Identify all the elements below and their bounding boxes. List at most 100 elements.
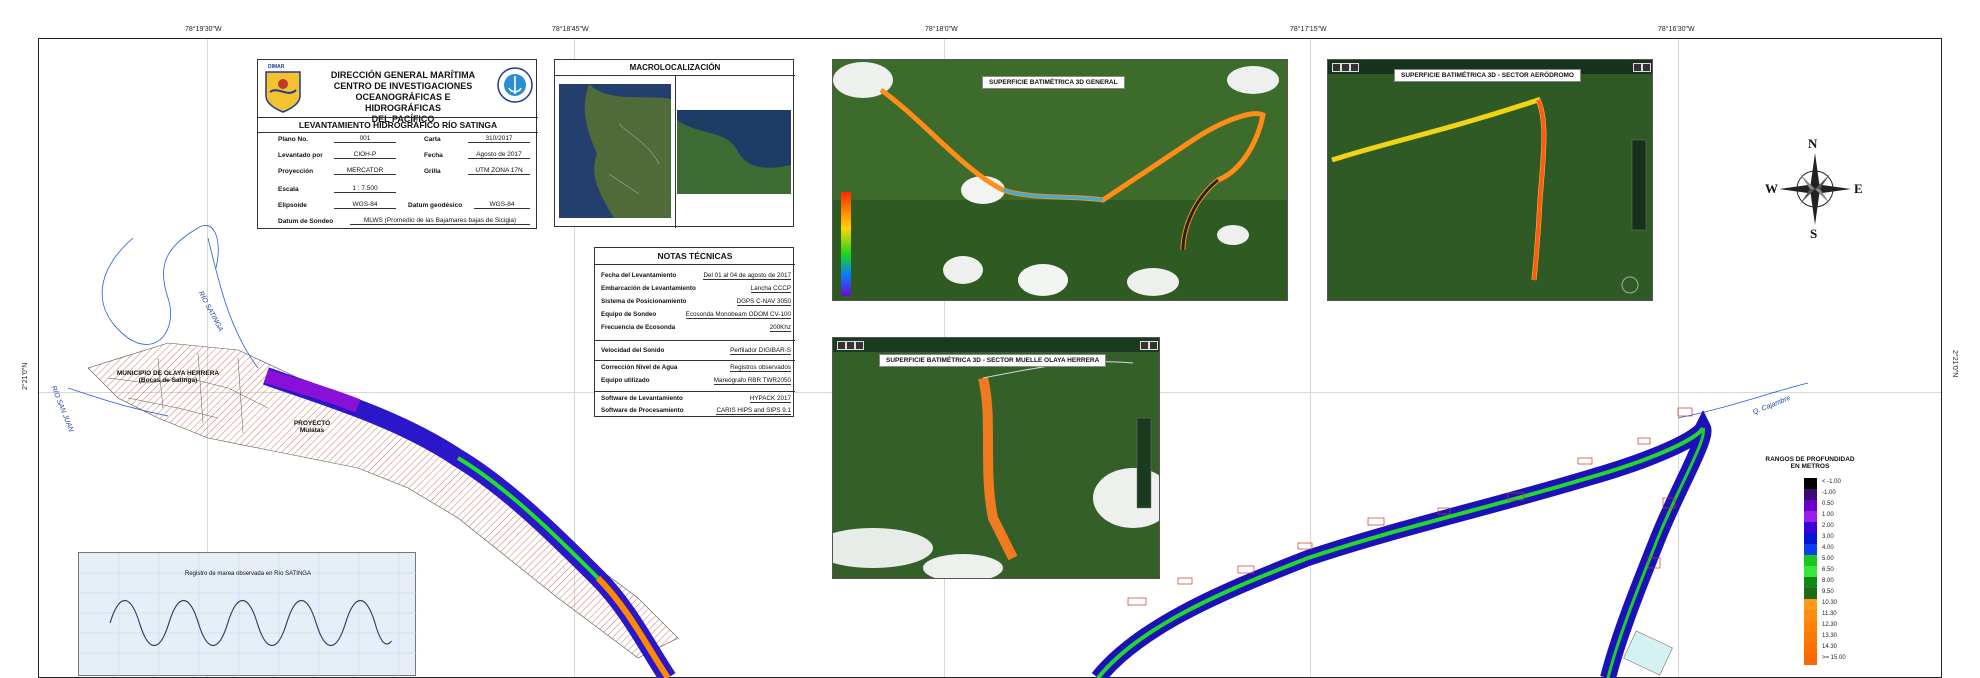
compass-w: W [1765, 181, 1778, 196]
legend-swatch [1804, 577, 1817, 588]
notes-divider [595, 340, 795, 341]
legend-label: 14.30 [1822, 644, 1838, 650]
legend-item: 2.00 [1804, 522, 1874, 533]
municipio-name: MUNICIPIO DE OLAYA HERRERA [116, 370, 220, 377]
legend-swatch [1804, 555, 1817, 566]
tide-chart-title: Registro de marea observada en Río SATIN… [185, 571, 311, 577]
tide-chart: Registro de marea observada en Río SATIN… [78, 552, 417, 677]
legend-label: -1.00 [1822, 490, 1836, 496]
legend-swatch [1804, 654, 1817, 665]
panel-3d-aerodromo-image [1328, 60, 1652, 300]
levantado-label: Levantado por [278, 152, 323, 159]
legend-item: -1.00 [1804, 489, 1874, 500]
coord-top-4: 78°17'15"W [1290, 26, 1327, 33]
macro-map-region [559, 84, 671, 218]
legend-item: 9.50 [1804, 588, 1874, 599]
legend-swatch [1804, 478, 1817, 489]
legend-swatch [1804, 544, 1817, 555]
legend-label: 2.00 [1822, 523, 1834, 529]
panel-control-icon[interactable] [846, 341, 855, 350]
municipio-sub: (Bocas de Satinga) [138, 377, 198, 384]
legend-title-2: EN METROS [1790, 463, 1830, 470]
notes-title: NOTAS TÉCNICAS [595, 248, 795, 265]
panel-control-icon[interactable] [1642, 63, 1651, 72]
legend-item: >= 15.00 [1804, 654, 1874, 665]
legend-swatch [1804, 621, 1817, 632]
panel-control-icon[interactable] [1633, 63, 1642, 72]
coord-top-1: 78°19'30"W [185, 26, 222, 33]
coord-top-2: 78°18'45"W [552, 26, 589, 33]
legend-item: < -1.00 [1804, 478, 1874, 489]
macro-panel: MACROLOCALIZACIÓN [554, 59, 795, 228]
legend-item: 10.30 [1804, 599, 1874, 610]
survey-title: LEVANTAMIENTO HIDROGRÁFICO RÍO SATINGA [258, 117, 538, 133]
panel-control-icon[interactable] [837, 341, 846, 350]
legend-label: 9.50 [1822, 589, 1834, 595]
legend-label: 5.00 [1822, 556, 1834, 562]
legend-item: 6.50 [1804, 566, 1874, 577]
panel-control-icon[interactable] [1341, 63, 1350, 72]
label-municipio: MUNICIPIO DE OLAYA HERRERA (Bocas de Sat… [108, 370, 228, 384]
legend-swatch [1804, 533, 1817, 544]
legend-swatch [1804, 566, 1817, 577]
fecha-label: Fecha [424, 152, 443, 159]
label-proyecto: PROYECTO Mulatas [282, 420, 342, 434]
compass-n: N [1808, 136, 1818, 151]
legend-label: 8.00 [1822, 578, 1834, 584]
legend-label: 12.30 [1822, 622, 1838, 628]
datum-geo-label: Datum geodésico [408, 202, 463, 209]
legend-label: 3.00 [1822, 534, 1834, 540]
legend-item: 14.30 [1804, 643, 1874, 654]
plano-label: Plano No. [278, 136, 308, 143]
datum-geo-value: WGS-84 [474, 201, 530, 209]
notes-panel: NOTAS TÉCNICAS Fecha del Levantamiento De… [594, 247, 795, 417]
legend-swatch [1804, 643, 1817, 654]
panel-control-icon[interactable] [1332, 63, 1341, 72]
legend-swatch [1804, 489, 1817, 500]
grilla-label: Grilla [424, 168, 441, 175]
legend-label: 11.30 [1822, 611, 1837, 617]
escala-value: 1 : 7.500 [334, 185, 396, 193]
legend-item: 5.00 [1804, 555, 1874, 566]
panel-control-icon[interactable] [1350, 63, 1359, 72]
macro-map-local [677, 110, 791, 194]
cioh-logo [497, 67, 533, 103]
legend-item: 8.00 [1804, 577, 1874, 588]
datum-sondeo-value: MLWS (Promedio de las Bajamares bajas de… [350, 217, 530, 225]
legend-swatch [1804, 599, 1817, 610]
panel-3d-muelle: SUPERFICIE BATIMÉTRICA 3D - SECTOR MUELL… [832, 337, 1160, 579]
macro-divider [675, 76, 676, 228]
carta-label: Carta [424, 136, 441, 143]
title-line-3: OCEANOGRÁFICAS E HIDROGRÁFICAS [355, 92, 451, 113]
panel-3d-aerodromo: SUPERFICIE BATIMÉTRICA 3D - SECTOR AERÓD… [1327, 59, 1653, 301]
legend-swatch [1804, 632, 1817, 643]
legend-label: >= 15.00 [1822, 655, 1846, 661]
dimar-logo [265, 71, 301, 113]
dimar-logo-text: DIMAR [268, 64, 285, 70]
panel-3d-aerodromo-title: SUPERFICIE BATIMÉTRICA 3D - SECTOR AERÓD… [1394, 69, 1581, 82]
elipsoide-label: Elipsoide [278, 202, 307, 209]
title-block: DIMAR DIRECCIÓN GENERAL MARÍTIMA CENTRO … [257, 59, 538, 229]
depth-legend: RANGOS DE PROFUNDIDAD EN METROS < -1.00 -… [1760, 456, 1860, 665]
plano-value: 001 [334, 135, 396, 143]
panel-control-icon[interactable] [1140, 341, 1149, 350]
legend-label: 1.00 [1822, 512, 1834, 518]
legend-item: 4.00 [1804, 544, 1874, 555]
panel-control-icon[interactable] [1149, 341, 1158, 350]
legend-item: 3.00 [1804, 533, 1874, 544]
coord-left: 2°21'0"N [22, 362, 29, 390]
coord-top-5: 78°16'30"W [1658, 26, 1695, 33]
title-line-2: CENTRO DE INVESTIGACIONES [333, 81, 473, 91]
escala-label: Escala [278, 186, 299, 193]
legend-item: 11.30 [1804, 610, 1874, 621]
panel-control-icon[interactable] [855, 341, 864, 350]
legend-title-1: RANGOS DE PROFUNDIDAD [1765, 456, 1855, 463]
legend-label: < -1.00 [1822, 479, 1841, 485]
compass-e: E [1854, 181, 1863, 196]
legend-item: 13.30 [1804, 632, 1874, 643]
grilla-value: UTM ZONA 17N [468, 167, 530, 175]
panel-3d-general: SUPERFICIE BATIMÉTRICA 3D GENERAL [832, 59, 1288, 301]
coord-right: 2°21'0"N [1951, 350, 1958, 378]
proyecto-name: PROYECTO [293, 420, 331, 427]
elipsoide-value: WGS-84 [334, 201, 396, 209]
